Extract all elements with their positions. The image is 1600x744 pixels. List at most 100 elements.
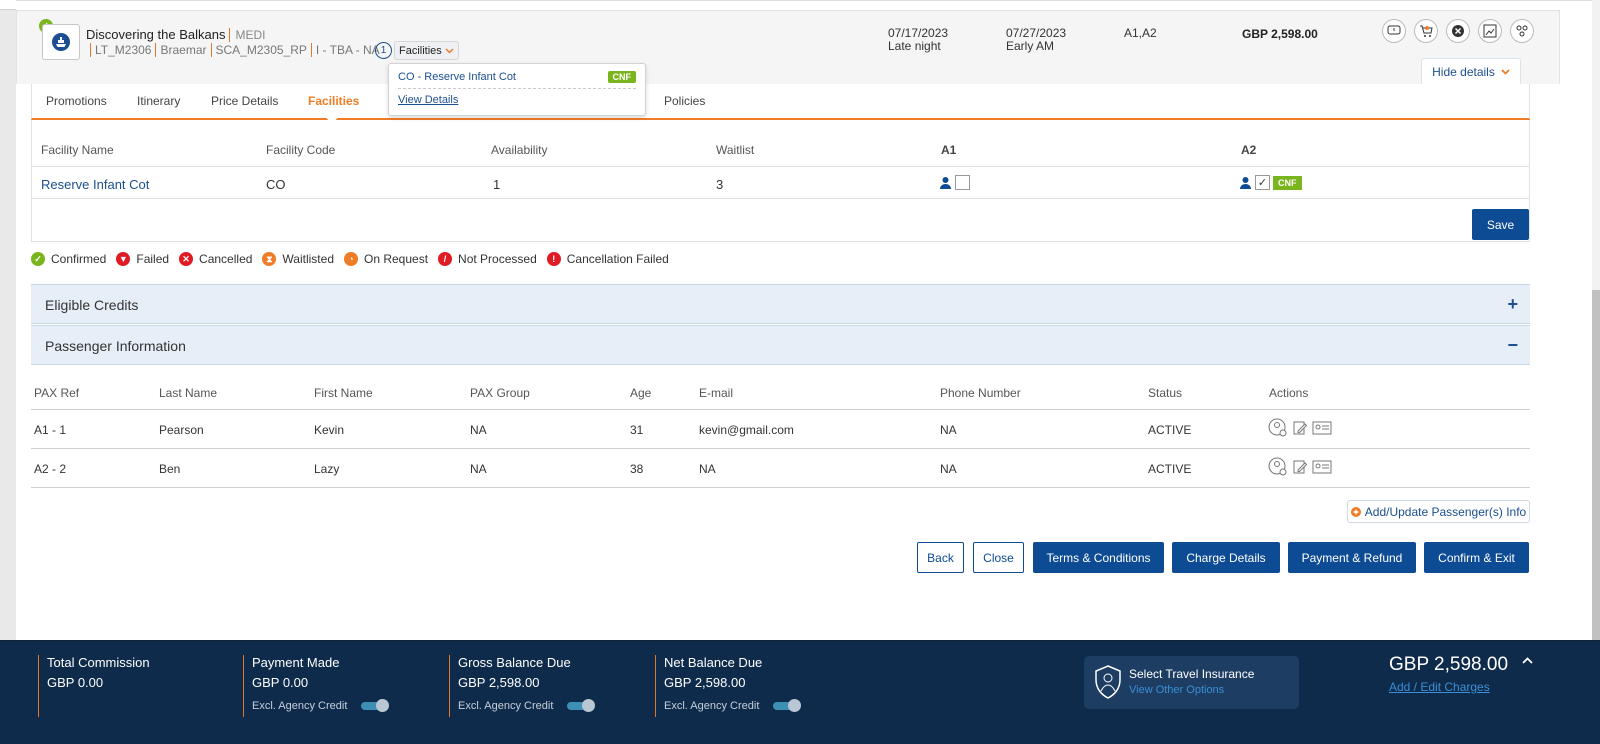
pax-group: NA <box>470 423 487 437</box>
not-processed-icon: / <box>438 252 453 266</box>
expand-icon[interactable]: + <box>1507 294 1518 315</box>
chevron-down-icon <box>1501 69 1510 75</box>
person-icon <box>940 176 951 189</box>
excl-credit-toggle[interactable] <box>567 699 596 712</box>
save-button[interactable]: Save <box>1472 209 1529 240</box>
add-edit-charges-link[interactable]: Add / Edit Charges <box>1389 680 1490 694</box>
ship-icon <box>42 24 80 60</box>
plus-circle-icon <box>1350 506 1361 517</box>
tour-codes: LT_M2306 Braemar SCA_M2305_RP I - TBA - NA <box>90 43 384 57</box>
tab-policies[interactable]: Policies <box>664 94 705 108</box>
charge-details-button[interactable]: Charge Details <box>1172 542 1280 573</box>
tab-promotions[interactable]: Promotions <box>46 94 107 108</box>
back-button[interactable]: Back <box>917 542 964 573</box>
add-update-passenger-button[interactable]: Add/Update Passenger(s) Info <box>1347 500 1530 523</box>
hide-details-label: Hide details <box>1432 65 1495 79</box>
on-request-icon: ◔ <box>344 252 358 266</box>
tour-code: LT_M2306 <box>90 43 156 57</box>
column-header: Availability <box>491 143 548 157</box>
facility-count-badge: 1 <box>375 42 392 59</box>
a2-checkbox[interactable]: ✓ <box>1255 175 1270 190</box>
user-settings-icon[interactable] <box>1268 418 1288 438</box>
column-header: A1 <box>941 143 957 157</box>
column-header: Facility Code <box>266 143 336 157</box>
phone: NA <box>940 462 957 476</box>
first-name: Kevin <box>314 423 345 437</box>
net-balance-label: Net Balance Due <box>664 655 763 670</box>
gross-balance-label: Gross Balance Due <box>458 655 571 670</box>
cancel-icon[interactable] <box>1446 19 1470 43</box>
popover-facility-row: CO - Reserve Infant Cot CNF <box>398 71 636 89</box>
info-message-icon[interactable] <box>1382 19 1406 43</box>
column-header: E-mail <box>699 386 734 400</box>
a2-selector: ✓ CNF <box>1239 175 1302 190</box>
cabin-code: I - TBA - NA <box>310 43 384 57</box>
age: 31 <box>630 423 644 437</box>
sailing-code: SCA_M2305_RP <box>210 43 311 57</box>
facility-name-link[interactable]: Reserve Infant Cot <box>41 177 149 192</box>
user-settings-icon[interactable] <box>1268 457 1288 477</box>
phone: NA <box>940 423 957 437</box>
gross-balance-due: Gross Balance Due GBP 2,598.00 Excl. Age… <box>449 655 596 717</box>
edit-icon[interactable] <box>1292 420 1308 436</box>
confirm-exit-button[interactable]: Confirm & Exit <box>1424 542 1529 573</box>
eligible-credits-accordion[interactable]: Eligible Credits + <box>31 284 1530 324</box>
tab-price-details[interactable]: Price Details <box>211 94 278 108</box>
status-badge: CNF <box>607 71 636 83</box>
facilities-popover: CO - Reserve Infant Cot CNF View Details <box>388 63 646 116</box>
excl-agency-credit: Excl. Agency Credit <box>252 699 390 712</box>
scrollbar[interactable] <box>1592 0 1600 744</box>
column-header: Actions <box>1269 386 1309 400</box>
terms-conditions-button[interactable]: Terms & Conditions <box>1033 542 1164 573</box>
tour-header: Discovering the Balkans MEDI LT_M2306 Brae… <box>16 10 1560 85</box>
row-divider <box>31 487 1530 488</box>
a1-checkbox[interactable] <box>955 175 970 190</box>
edit-image-icon[interactable] <box>1478 19 1502 43</box>
id-card-icon[interactable] <box>1312 460 1332 474</box>
column-header: PAX Ref <box>34 386 80 400</box>
total-commission: Total Commission GBP 0.00 <box>38 655 150 717</box>
chevron-up-icon[interactable] <box>1522 657 1533 665</box>
a1-selector <box>939 175 970 190</box>
confirmed-icon: ✓ <box>31 252 45 266</box>
travel-insurance-card[interactable]: Select Travel Insurance View Other Optio… <box>1084 656 1299 709</box>
grand-total: GBP 2,598.00 <box>1389 654 1509 675</box>
facility-code: CO <box>266 177 286 192</box>
email: NA <box>699 462 716 476</box>
pax-ref: A2 - 2 <box>34 462 67 476</box>
excl-credit-toggle[interactable] <box>361 699 390 712</box>
detail-tabs: Promotions Itinerary Price Details Facil… <box>31 84 1530 120</box>
facilities-dropdown[interactable]: Facilities <box>394 41 459 60</box>
tab-itinerary[interactable]: Itinerary <box>137 94 180 108</box>
scrollbar-thumb[interactable] <box>1592 290 1600 650</box>
table-row: Reserve Infant Cot CO 1 3 ✓ CNF <box>32 166 1529 199</box>
column-header: Last Name <box>159 386 218 400</box>
column-header: First Name <box>314 386 373 400</box>
view-details-link[interactable]: View Details <box>398 94 458 106</box>
id-card-icon[interactable] <box>1312 421 1332 435</box>
legend-item: ▼ Failed <box>116 252 169 266</box>
close-button[interactable]: Close <box>973 542 1024 573</box>
total-commission-value: GBP 0.00 <box>47 675 104 690</box>
insurance-shield-icon <box>1095 665 1121 699</box>
person-icon <box>1240 176 1251 189</box>
accordion-title: Eligible Credits <box>45 297 139 313</box>
payment-refund-button[interactable]: Payment & Refund <box>1288 542 1416 573</box>
first-name: Lazy <box>314 462 340 476</box>
legend-item: ✕ Cancelled <box>179 252 252 266</box>
share-icon[interactable] <box>1510 19 1534 43</box>
excl-credit-toggle[interactable] <box>773 699 802 712</box>
cart-icon[interactable] <box>1414 19 1438 43</box>
row-divider <box>31 448 1530 449</box>
hide-details-button[interactable]: Hide details <box>1421 58 1521 85</box>
column-header: PAX Group <box>470 386 530 400</box>
passenger-info-accordion[interactable]: Passenger Information − <box>31 325 1530 365</box>
view-other-options-link[interactable]: View Other Options <box>1129 684 1224 696</box>
payment-made-label: Payment Made <box>252 655 340 670</box>
net-balance-value: GBP 2,598.00 <box>664 675 746 690</box>
edit-icon[interactable] <box>1292 459 1308 475</box>
column-header: Waitlist <box>716 143 755 157</box>
excl-agency-credit: Excl. Agency Credit <box>458 699 596 712</box>
tab-facilities[interactable]: Facilities <box>308 94 359 108</box>
collapse-icon[interactable]: − <box>1507 335 1518 356</box>
